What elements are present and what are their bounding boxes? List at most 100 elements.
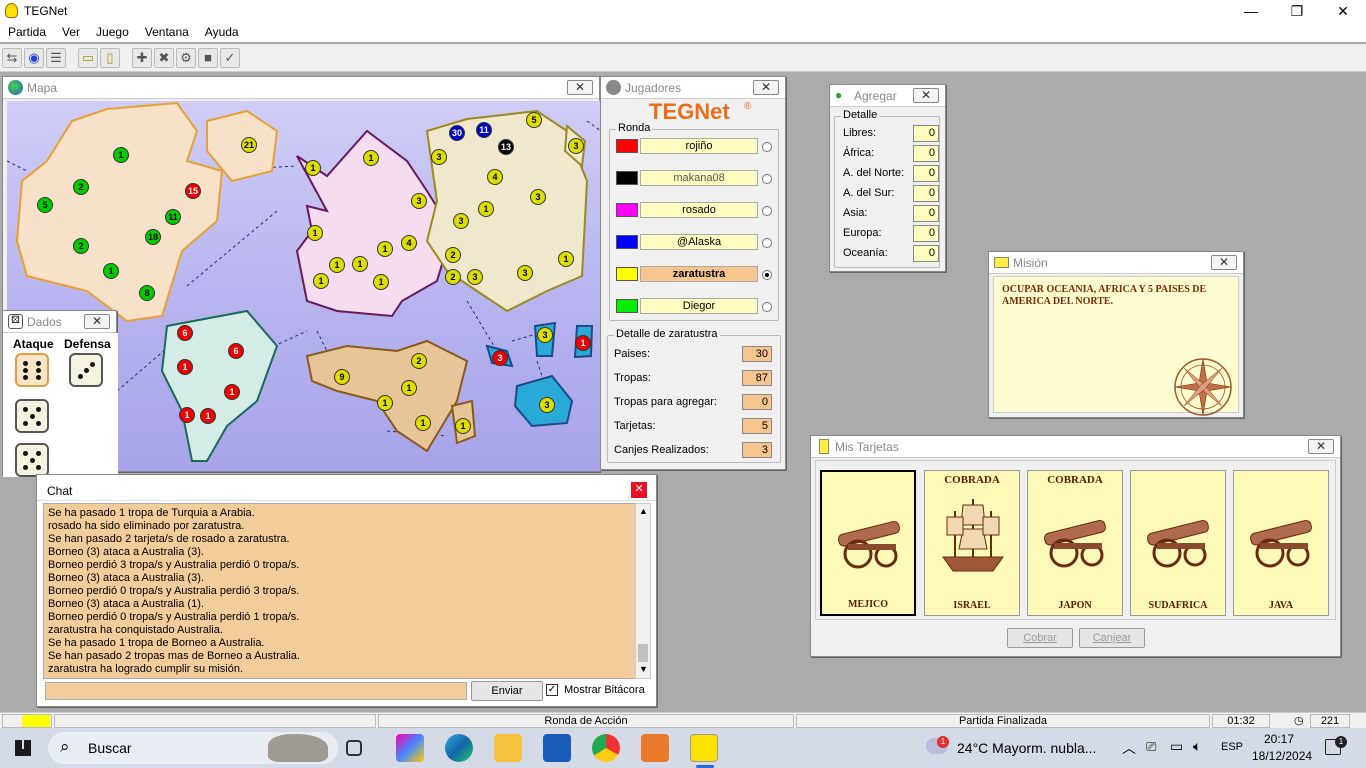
volume-icon[interactable]: 🔈︎ (1193, 738, 1201, 755)
army-marker[interactable]: 1 (363, 150, 379, 166)
army-marker[interactable]: 5 (526, 112, 542, 128)
player-radio[interactable] (762, 142, 772, 152)
army-marker[interactable]: 3 (492, 350, 508, 366)
army-marker[interactable]: 1 (455, 418, 471, 434)
army-marker[interactable]: 3 (467, 269, 483, 285)
army-marker[interactable]: 1 (305, 160, 321, 176)
army-marker[interactable]: 3 (453, 213, 469, 229)
army-marker[interactable]: 1 (401, 380, 417, 396)
army-marker[interactable]: 1 (313, 273, 329, 289)
player-radio[interactable] (762, 302, 772, 312)
army-marker[interactable]: 3 (539, 397, 555, 413)
mission-close-button[interactable]: ✕ (1211, 255, 1237, 270)
country-card[interactable]: COBRADA JAPON (1027, 470, 1123, 616)
menu-ventana[interactable]: Ventana (137, 22, 197, 42)
menu-ver[interactable]: Ver (54, 22, 88, 42)
clock-time[interactable]: 20:17 (1264, 732, 1294, 746)
add-close-button[interactable]: ✕ (913, 88, 939, 103)
network-icon[interactable]: ⎚ (1146, 739, 1156, 755)
cobrar-button[interactable]: Cobrar (1007, 628, 1073, 648)
army-marker[interactable]: 6 (228, 343, 244, 359)
stop-icon[interactable]: ■ (198, 48, 218, 68)
edge-icon[interactable] (445, 734, 473, 762)
clock-date[interactable]: 18/12/2024 (1252, 749, 1312, 763)
army-marker[interactable]: 3 (431, 149, 447, 165)
army-marker[interactable]: 6 (177, 325, 193, 341)
windows-start-icon[interactable] (15, 740, 31, 756)
country-card[interactable]: COBRADA ISRAEL (924, 470, 1020, 616)
cancel-icon[interactable]: ✖ (154, 48, 174, 68)
army-marker[interactable]: 2 (411, 353, 427, 369)
army-marker[interactable]: 15 (185, 183, 201, 199)
word-icon[interactable] (543, 734, 571, 762)
task-view-icon[interactable] (346, 740, 362, 756)
player-radio-selected[interactable] (762, 270, 772, 280)
maximize-icon[interactable]: ❐ (1274, 0, 1320, 22)
close-icon[interactable]: ✕ (1320, 0, 1366, 22)
copilot-icon[interactable] (396, 734, 424, 762)
army-marker[interactable]: 3 (517, 265, 533, 281)
army-marker[interactable]: 13 (498, 139, 514, 155)
army-marker[interactable]: 2 (445, 269, 461, 285)
army-marker[interactable]: 9 (334, 369, 350, 385)
scroll-down-icon[interactable]: ▼ (639, 664, 648, 674)
bitacora-checkbox[interactable]: ✓ (546, 684, 558, 696)
canjear-button[interactable]: Canjear (1079, 628, 1145, 648)
country-card[interactable]: SUDAFRICA (1130, 470, 1226, 616)
army-marker[interactable]: 3 (411, 193, 427, 209)
globe-icon[interactable]: ◉ (24, 48, 44, 68)
army-marker[interactable]: 8 (139, 285, 155, 301)
army-marker[interactable]: 1 (478, 201, 494, 217)
army-marker[interactable]: 1 (415, 415, 431, 431)
add-icon[interactable]: ✚ (132, 48, 152, 68)
player-radio[interactable] (762, 206, 772, 216)
player-radio[interactable] (762, 174, 772, 184)
chevron-up-icon[interactable]: ︿ (1122, 738, 1136, 758)
monitor-icon[interactable]: ▭ (1170, 738, 1183, 755)
chrome-icon[interactable] (592, 734, 620, 762)
scroll-up-icon[interactable]: ▲ (639, 506, 648, 516)
gear-icon[interactable]: ⚙ (176, 48, 196, 68)
language-indicator[interactable]: ESP (1221, 741, 1243, 753)
army-marker[interactable]: 11 (476, 122, 492, 138)
army-marker[interactable]: 1 (179, 407, 195, 423)
send-button[interactable]: Enviar (471, 681, 543, 701)
army-marker[interactable]: 18 (145, 229, 161, 245)
army-marker[interactable]: 1 (224, 384, 240, 400)
player-radio[interactable] (762, 238, 772, 248)
army-marker[interactable]: 1 (377, 241, 393, 257)
army-marker[interactable]: 1 (177, 359, 193, 375)
tegnet-taskbar-icon[interactable] (690, 734, 718, 762)
message-icon[interactable]: ▭ (78, 48, 98, 68)
army-marker[interactable]: 11 (165, 209, 181, 225)
army-marker[interactable]: 3 (537, 327, 553, 343)
menu-juego[interactable]: Juego (88, 22, 137, 42)
army-marker[interactable]: 1 (329, 257, 345, 273)
army-marker[interactable]: 1 (373, 274, 389, 290)
cards-close-button[interactable]: ✕ (1308, 439, 1334, 454)
army-marker[interactable]: 2 (445, 247, 461, 263)
army-marker[interactable]: 3 (568, 138, 584, 154)
army-marker[interactable]: 1 (558, 251, 574, 267)
menu-partida[interactable]: Partida (0, 22, 54, 42)
army-marker[interactable]: 1 (113, 147, 129, 163)
army-marker[interactable]: 30 (449, 125, 465, 141)
army-marker[interactable]: 21 (241, 137, 257, 153)
chat-log[interactable]: Se ha pasado 1 tropa de Turquia a Arabia… (43, 503, 639, 679)
scroll-thumb[interactable] (638, 644, 648, 662)
chat-input[interactable] (45, 682, 467, 700)
pdf-icon[interactable] (641, 734, 669, 762)
army-marker[interactable]: 5 (37, 197, 53, 213)
file-explorer-icon[interactable] (494, 734, 522, 762)
army-marker[interactable]: 1 (103, 263, 119, 279)
country-card[interactable]: JAVA (1233, 470, 1329, 616)
chat-close-button[interactable]: ✕ (631, 482, 647, 498)
army-marker[interactable]: 4 (487, 169, 503, 185)
army-marker[interactable]: 3 (530, 189, 546, 205)
army-marker[interactable]: 2 (73, 238, 89, 254)
card-icon[interactable]: ▯ (100, 48, 120, 68)
list-icon[interactable]: ☰ (46, 48, 66, 68)
army-marker[interactable]: 1 (307, 225, 323, 241)
army-marker[interactable]: 1 (377, 395, 393, 411)
players-close-button[interactable]: ✕ (753, 80, 779, 95)
